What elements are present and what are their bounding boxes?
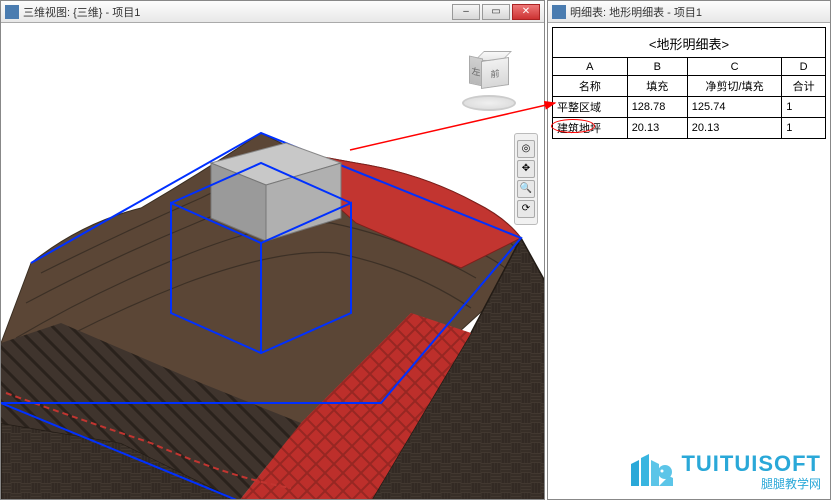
schedule-panel: 明细表: 地形明细表 - 项目1 <地形明细表> A B C D 名称 填充 净…: [547, 0, 831, 500]
header-total: 合计: [782, 76, 826, 97]
col-d: D: [782, 58, 826, 76]
header-netcut: 净剪切/填充: [687, 76, 782, 97]
steering-wheel-button[interactable]: ◎: [517, 140, 535, 158]
table-row[interactable]: 建筑地坪 20.13 20.13 1: [553, 118, 826, 139]
cell-name: 平整区域: [553, 97, 628, 118]
schedule-title: <地形明细表>: [552, 27, 826, 57]
3d-view-titlebar: 三维视图: {三维} - 项目1 – ▭ ✕: [1, 1, 544, 23]
cell-fill: 20.13: [627, 118, 687, 139]
schedule-titlebar: 明细表: 地形明细表 - 项目1: [548, 1, 830, 23]
viewcube-front[interactable]: 前: [481, 57, 509, 89]
viewcube[interactable]: 左 前: [454, 43, 524, 113]
watermark: TUITUISOFT 腿腿教学网: [625, 450, 821, 492]
header-name: 名称: [553, 76, 628, 97]
col-a: A: [553, 58, 628, 76]
viewcube-compass[interactable]: [462, 95, 516, 111]
schedule-table-wrap: <地形明细表> A B C D 名称 填充 净剪切/填充 合计 平整区域 128…: [548, 23, 830, 143]
orbit-button[interactable]: ⟳: [517, 200, 535, 218]
3d-view-title: 三维视图: {三维} - 项目1: [23, 4, 140, 20]
3d-view-panel: 三维视图: {三维} - 项目1 – ▭ ✕: [0, 0, 545, 500]
cell-netcut: 125.74: [687, 97, 782, 118]
app-icon: [552, 5, 566, 19]
cell-total: 1: [782, 118, 826, 139]
3d-viewport[interactable]: 左 前 ◎ ✥ 🔍 ⟳: [1, 23, 544, 499]
schedule-table: A B C D 名称 填充 净剪切/填充 合计 平整区域 128.78 125.…: [552, 57, 826, 139]
col-c: C: [687, 58, 782, 76]
close-button[interactable]: ✕: [512, 4, 540, 20]
cell-fill: 128.78: [627, 97, 687, 118]
cell-total: 1: [782, 97, 826, 118]
watermark-logo-icon: [625, 450, 675, 492]
schedule-window-title: 明细表: 地形明细表 - 项目1: [570, 4, 702, 20]
zoom-button[interactable]: 🔍: [517, 180, 535, 198]
cell-name-highlighted: 建筑地坪: [553, 118, 628, 139]
pan-button[interactable]: ✥: [517, 160, 535, 178]
cell-netcut: 20.13: [687, 118, 782, 139]
watermark-sub: 腿腿教学网: [681, 475, 821, 492]
minimize-button[interactable]: –: [452, 4, 480, 20]
header-fill: 填充: [627, 76, 687, 97]
cell-name-text: 建筑地坪: [557, 123, 601, 135]
watermark-brand: TUITUISOFT: [681, 451, 821, 477]
navigation-bar: ◎ ✥ 🔍 ⟳: [514, 133, 538, 225]
maximize-button[interactable]: ▭: [482, 4, 510, 20]
app-icon: [5, 5, 19, 19]
col-b: B: [627, 58, 687, 76]
table-row[interactable]: 平整区域 128.78 125.74 1: [553, 97, 826, 118]
